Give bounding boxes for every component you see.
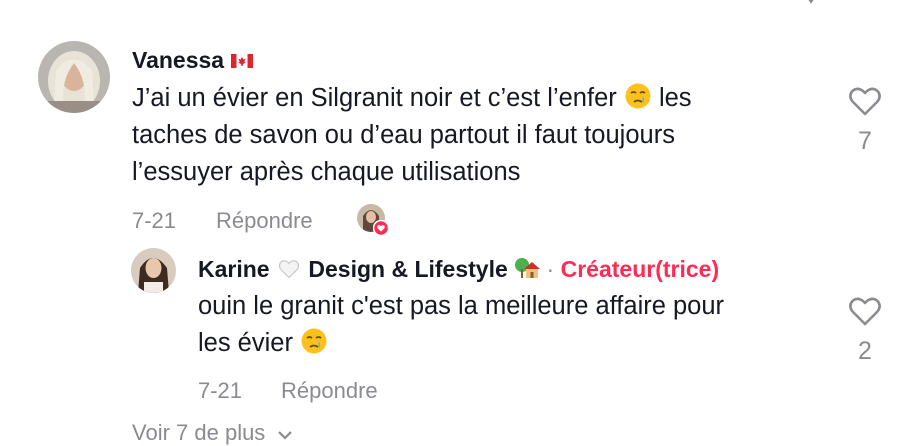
crying-face-emoji-icon — [625, 83, 651, 109]
canada-flag-icon — [231, 54, 254, 68]
reply-author-name: Karine — [198, 256, 270, 282]
view-more-replies[interactable]: Voir 7 de plus — [132, 420, 293, 446]
comment-line-3: l’essuyer après chaque utilisations — [132, 158, 521, 186]
comment-like[interactable]: 7 — [845, 86, 885, 156]
reply-button[interactable]: Répondre — [216, 208, 313, 234]
reply-author-tail: Design & Lifestyle — [308, 256, 508, 282]
avatar[interactable] — [38, 41, 110, 113]
heart-icon[interactable] — [848, 86, 882, 116]
house-with-tree-icon — [515, 258, 541, 278]
crying-face-emoji-icon — [301, 328, 327, 354]
reply-line-1: ouin le granit c'est pas la meilleure af… — [198, 292, 725, 320]
chevron-down-icon — [278, 431, 293, 440]
reply-author[interactable]: Karine Design & Lifestyle · Créateur(tri… — [198, 256, 719, 283]
comment-text: J’ai un évier en Silgranit noir et c’est… — [132, 80, 812, 191]
heart-badge-icon — [373, 220, 389, 236]
reply-reply-button[interactable]: Répondre — [281, 378, 378, 404]
comment-date: 7-21 — [132, 208, 177, 233]
creator-liked-badge — [357, 204, 389, 236]
view-more-label: Voir 7 de plus — [132, 420, 266, 445]
reply-text: ouin le granit c'est pas la meilleure af… — [198, 288, 828, 362]
creator-label: Créateur(trice) — [560, 256, 720, 282]
author-name: Vanessa — [132, 47, 225, 73]
reply-avatar[interactable] — [131, 248, 176, 293]
reply-like[interactable]: 2 — [845, 296, 885, 366]
white-heart-icon — [278, 260, 300, 279]
comment-line-1: J’ai un évier en Silgranit noir et c’est… — [132, 83, 692, 112]
reply-line-2: les évier — [198, 325, 828, 362]
reply-date: 7-21 — [198, 378, 243, 403]
like-count: 7 — [858, 127, 872, 155]
chevron-fragment-icon — [808, 0, 814, 4]
creator-separator: · — [546, 256, 555, 282]
comment-author[interactable]: Vanessa — [132, 47, 254, 74]
heart-icon[interactable] — [848, 296, 882, 326]
comment-line-2: taches de savon ou d’eau partout il faut… — [132, 121, 675, 149]
like-count: 2 — [858, 337, 872, 365]
